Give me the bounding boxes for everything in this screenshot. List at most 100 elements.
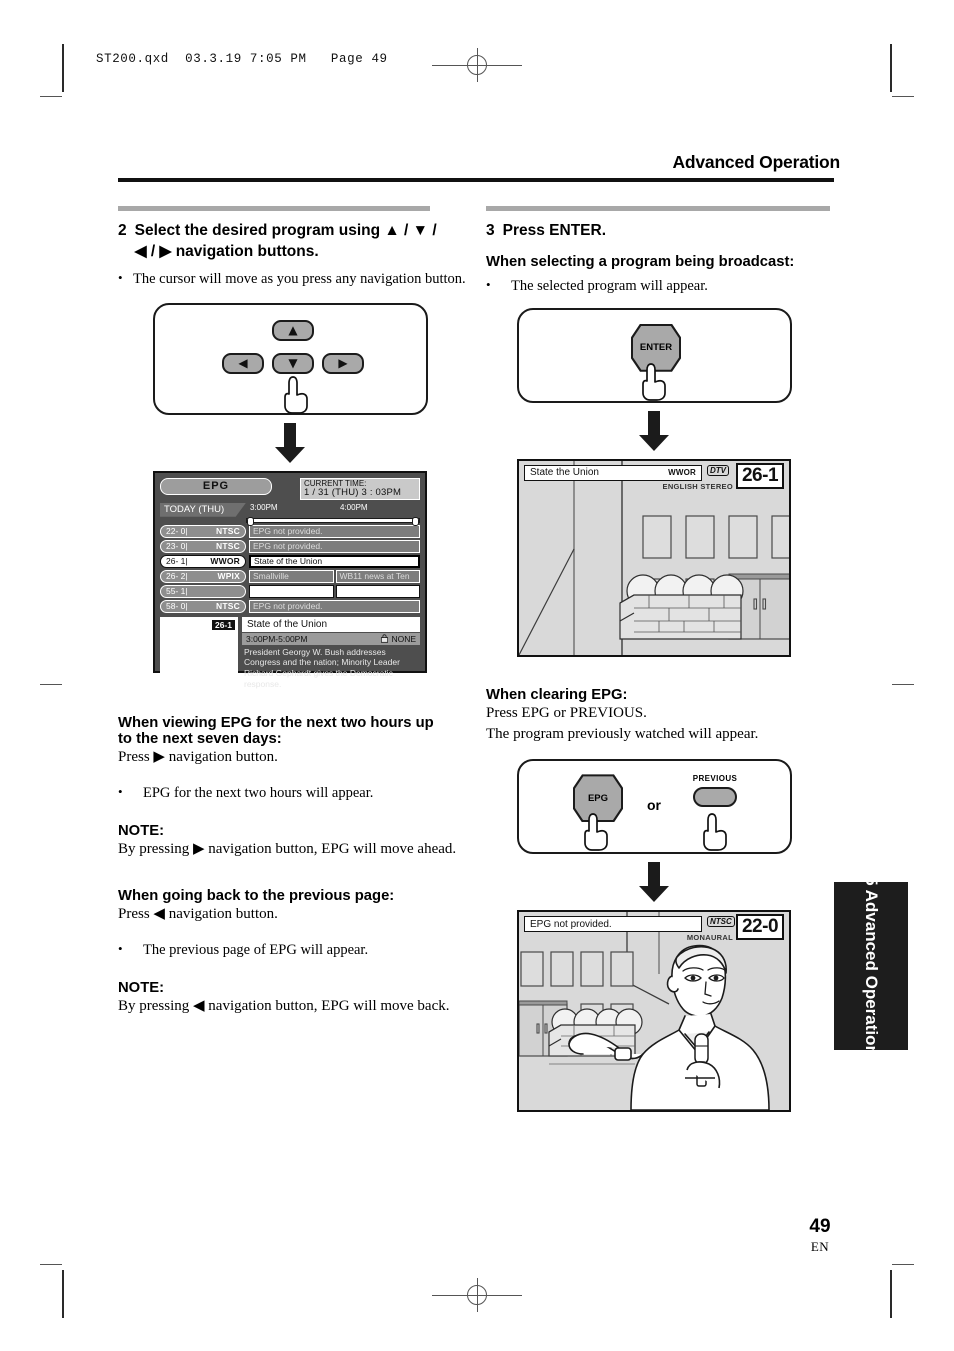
chevron-down-icon: ▼ — [288, 356, 298, 371]
epg-program-row: EPG not provided. — [249, 599, 420, 613]
next-hours-heading: When viewing EPG for the next two hours … — [118, 715, 478, 747]
epg-title-badge: EPG — [160, 477, 272, 495]
next-hours-instruction: Press ▶ navigation button. — [118, 748, 278, 765]
bullet-dot: • — [118, 783, 123, 799]
previous-page-note-text: By pressing ◀ navigation button, EPG wil… — [118, 998, 450, 1015]
epg-scroll-knob-left[interactable] — [247, 516, 254, 526]
enter-button-panel: ENTER — [517, 307, 792, 403]
crop-bar-bottom-right — [890, 1270, 892, 1318]
epg-program-cell-empty[interactable] — [249, 584, 334, 598]
tv-program-title: EPG not provided. — [530, 918, 612, 930]
epg-channel-row-selected[interactable]: 26- 1| WWOR — [160, 554, 246, 568]
epg-detail-description: President Georgy W. Bush addresses Congr… — [244, 646, 400, 689]
epg-preview-channel: 26-1 — [211, 619, 235, 630]
chevron-up-icon: ▲ — [288, 323, 298, 338]
epg-timeline-scrollbar[interactable] — [246, 516, 420, 526]
trim-tick-right-mid — [892, 684, 914, 685]
epg-program-grid: EPG not provided. EPG not provided. Stat… — [249, 524, 420, 613]
tv-screen-previous: EPG not provided. NTSC MONAURAL 22-0 — [517, 910, 791, 1113]
epg-program-cell[interactable]: Smallville — [249, 569, 334, 583]
previous-page-bullet-text: The previous page of EPG will appear. — [143, 942, 369, 959]
channel-number: 55- 1| — [166, 586, 188, 597]
epg-program-cell[interactable]: EPG not provided. — [249, 599, 420, 613]
tv-channel-number: 26-1 — [736, 462, 784, 489]
crop-bar-top-left — [62, 44, 64, 92]
channel-network: NTSC — [216, 601, 240, 612]
clearing-epg-line2: The program previously watched will appe… — [486, 726, 759, 743]
channel-number: 23- 0| — [166, 541, 188, 552]
tv-banner-previous: EPG not provided. NTSC MONAURAL 22-0 — [519, 912, 789, 946]
broadcast-sub-heading: When selecting a program being broadcast… — [486, 253, 795, 270]
next-hours-heading-line2: to the next seven days: — [118, 730, 282, 747]
epg-time-slot-1: 3:00PM — [250, 502, 278, 512]
crop-bar-top-right — [890, 44, 892, 92]
epg-detail-rating: NONE — [391, 633, 416, 644]
clearing-epg-line1: Press EPG or PREVIOUS. — [486, 704, 647, 721]
ntsc-badge-icon: NTSC — [707, 916, 735, 928]
broadcast-bullet-text: The selected program will appear. — [511, 277, 708, 294]
step-2-line2: ◀ / ▶ navigation buttons. — [134, 242, 319, 260]
step-3: 3 Press ENTER. — [486, 221, 846, 242]
page-footer: 49 EN — [790, 1216, 850, 1255]
clearing-epg-heading: When clearing EPG: — [486, 686, 628, 703]
epg-detail-info: State of the Union 3:00PM-5:00PM NONE Pr… — [242, 616, 420, 689]
previous-page-instruction: Press ◀ navigation button. — [118, 906, 278, 923]
clear-epg-buttons-panel: EPG or PREVIOUS — [517, 759, 792, 855]
previous-page-heading: When going back to the previous page: — [118, 888, 395, 905]
epg-scroll-knob-right[interactable] — [412, 516, 419, 526]
step-3-number: 3 — [486, 222, 495, 239]
channel-network: NTSC — [216, 526, 240, 537]
channel-number: 58- 0| — [166, 601, 188, 612]
epg-grid: 22- 0| NTSC 23- 0| NTSC 26- 1| WWOR 26- … — [160, 524, 420, 613]
epg-header-row: EPG CURRENT TIME: 1 / 31 (THU) 3 : 03PM — [160, 477, 420, 500]
step2-rule — [118, 206, 430, 211]
channel-network: NTSC — [216, 541, 240, 552]
tv-screen-broadcast: State the Union WWOR DTV ENGLISH STEREO … — [517, 458, 791, 657]
epg-channel-row[interactable]: 55- 1| — [160, 584, 246, 598]
left-arrow-button[interactable]: ◀ — [222, 352, 264, 374]
previous-button-label: PREVIOUS — [692, 774, 738, 784]
epg-program-cell[interactable]: EPG not provided. — [249, 539, 420, 553]
right-arrow-button[interactable]: ▶ — [322, 352, 364, 374]
channel-number: 22- 0| — [166, 526, 188, 537]
next-hours-note-label: NOTE: — [118, 822, 165, 839]
step-3-text: Press ENTER. — [502, 222, 607, 239]
epg-program-row: State of the Union — [249, 554, 420, 568]
down-arrow-button[interactable]: ▼ — [272, 352, 314, 374]
registration-mark-top — [432, 48, 522, 82]
epg-channel-row[interactable]: 23- 0| NTSC — [160, 539, 246, 553]
previous-page-note-label: NOTE: — [118, 980, 165, 997]
pointing-hand-icon — [642, 362, 666, 401]
chevron-right-icon: ▶ — [338, 356, 348, 371]
epg-channel-row[interactable]: 26- 2| WPIX — [160, 569, 246, 583]
bullet-dot: • — [486, 276, 491, 292]
crop-bar-bottom-left — [62, 1270, 64, 1318]
step-2: 2 Select the desired program using ▲ / ▼… — [118, 221, 478, 263]
epg-program-cell-selected[interactable]: State of the Union — [249, 554, 420, 568]
trim-tick-right-top — [892, 96, 914, 97]
epg-channel-row[interactable]: 58- 0| NTSC — [160, 599, 246, 613]
or-label: or — [647, 797, 661, 814]
tv-channel-number: 22-0 — [736, 914, 784, 941]
epg-program-row: EPG not provided. — [249, 539, 420, 553]
epg-detail-title: State of the Union — [242, 616, 420, 632]
title-divider — [118, 178, 834, 182]
next-hours-bullet-text: EPG for the next two hours will appear. — [143, 784, 374, 801]
epg-program-row — [249, 584, 420, 598]
tv-program-title: State the Union — [530, 467, 599, 479]
left-column: 2 Select the desired program using ▲ / ▼… — [118, 206, 478, 1018]
previous-page-bullet: • The previous page of EPG will appear. — [118, 941, 478, 960]
step-2-line1: Select the desired program using ▲ / ▼ / — [134, 222, 437, 239]
epg-program-cell[interactable]: WB11 news at Ten — [335, 569, 420, 583]
epg-osd-screen: EPG CURRENT TIME: 1 / 31 (THU) 3 : 03PM … — [153, 470, 427, 689]
epg-day-label: TODAY (THU) — [160, 502, 246, 517]
bullet-dot: • — [118, 941, 123, 957]
registration-mark-bottom — [432, 1278, 522, 1312]
epg-program-cell[interactable]: EPG not provided. — [249, 524, 420, 538]
previous-button[interactable] — [693, 787, 737, 808]
epg-channel-row[interactable]: 22- 0| NTSC — [160, 524, 246, 538]
trim-tick-left-top — [40, 96, 62, 97]
up-arrow-button[interactable]: ▲ — [272, 319, 314, 341]
epg-program-cell-empty[interactable] — [335, 584, 420, 598]
epg-detail-time: 3:00PM-5:00PM — [246, 633, 308, 644]
